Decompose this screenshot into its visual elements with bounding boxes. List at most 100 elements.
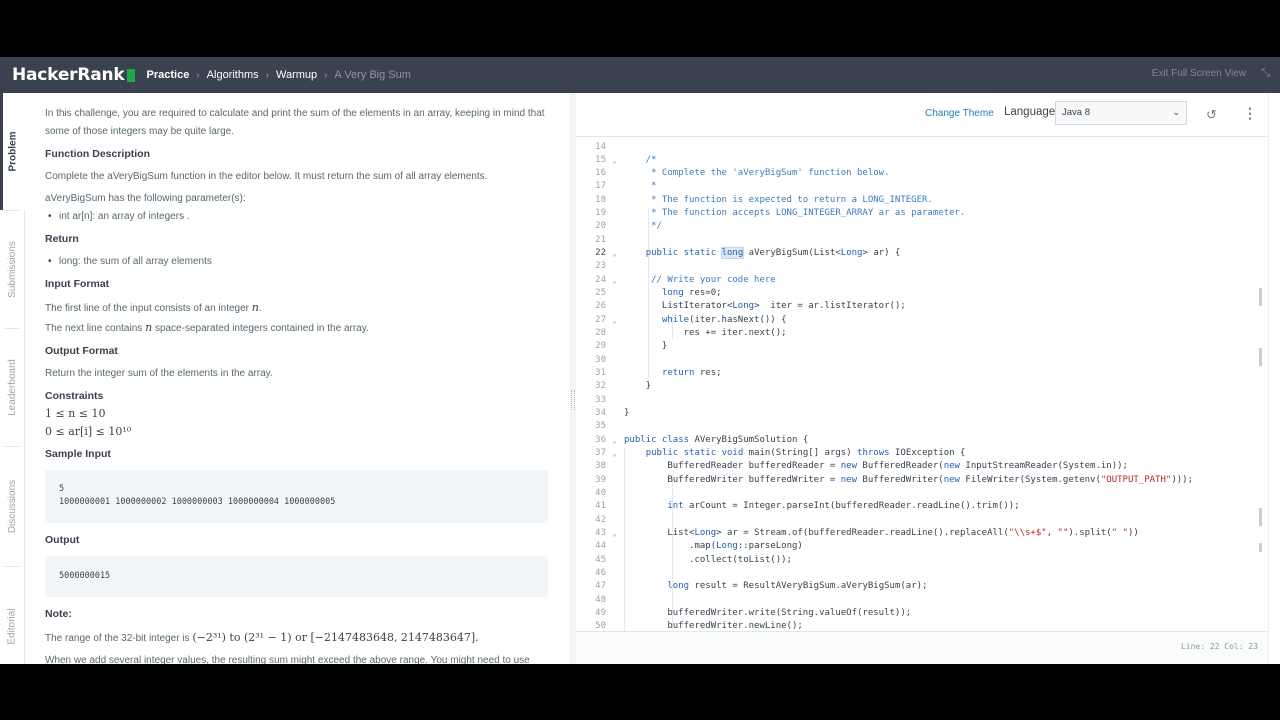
code-line: 42 [595,515,606,525]
code-line: 43 ⌄ List<Long> ar = Stream.of(bufferedRe… [576,527,1268,540]
function-description-heading: Function Description [45,148,150,160]
code-line: 15 ⌄ /* [576,154,1268,167]
note-text: The range of the 32-bit integer is (−2³¹… [45,631,479,645]
constraints-heading: Constraints [45,389,104,402]
code-line: 35 [595,421,606,431]
editor-scrollbar[interactable] [1268,93,1280,664]
tab-submissions[interactable]: Submissions [0,210,25,328]
sample-output-line: 5000000015 [59,570,111,581]
editor-toolbar: Change Theme Language Java 8 ⌄ ↺ ⋮ [576,93,1268,137]
code-line: 31 return res; [595,368,722,378]
code-line: 39 BufferedWriter bufferedWriter = new B… [595,475,1194,485]
scroll-marker [1259,348,1262,366]
exit-fullscreen-icon[interactable]: ⤡ [1261,67,1270,80]
language-label: Language [1004,106,1056,118]
code-line: 34} [595,408,630,418]
code-line: 48 [595,595,606,605]
code-line: 16 * Complete the 'aVeryBigSum' function… [595,168,890,178]
code-line: 50 bufferedWriter.newLine(); [595,621,803,631]
return-heading: Return [45,232,79,245]
top-navbar: HackerRank Practice › Algorithms › Warmu… [0,57,1280,93]
math-var: n [251,300,259,314]
code-line: 40 [595,488,606,498]
code-line: 29 } [595,341,668,351]
exit-fullscreen-link[interactable]: Exit Full Screen View [1152,68,1246,79]
code-area[interactable]: ... 14 15⌄ /* 16 * Complete the 'aVeryBi… [576,138,1268,631]
fold-icon[interactable]: ⌄ [612,527,617,540]
more-options-icon[interactable]: ⋮ [1243,105,1257,122]
fold-icon[interactable]: ⌄ [612,274,617,287]
code-line: 32 } [595,381,652,391]
chevron-right-icon: › [265,69,269,81]
app-frame: HackerRank Practice › Algorithms › Warmu… [0,57,1280,664]
code-line: 20 */ [595,221,662,231]
input-format-line1: The first line of the input consists of … [45,300,262,314]
code-line: 21 [595,235,606,245]
code-line: 49 bufferedWriter.write(String.valueOf(r… [595,608,912,618]
code-line: 44 .map(Long::parseLong) [595,541,803,551]
sample-output-block: 5000000015 [45,555,548,598]
breadcrumb-warmup[interactable]: Warmup [276,69,317,81]
note-math: (−2³¹) to (2³¹ − 1) or [−2147483648, 214… [192,631,479,645]
code-line: 45 .collect(toList()); [595,555,792,565]
tab-discussions[interactable]: Discussions [0,446,25,566]
code-editor-panel: Change Theme Language Java 8 ⌄ ↺ ⋮ ... 1… [576,93,1280,664]
code-line: 41 int arCount = Integer.parseInt(buffer… [595,501,1020,511]
tab-editorial[interactable]: Editorial [0,566,25,664]
splitter-handle-icon[interactable] [571,390,575,410]
breadcrumb-practice[interactable]: Practice [147,69,190,81]
fold-icon[interactable]: ⌄ [612,434,617,447]
scroll-marker [1259,508,1262,526]
code-line: 23 [595,261,606,271]
tab-leaderboard[interactable]: Leaderboard [0,328,25,446]
note-text-2: When we add several integer values, the … [45,655,530,664]
logo-mark-icon [126,68,135,82]
code-line: 33 [595,395,606,405]
change-theme-button[interactable]: Change Theme [925,108,994,119]
sample-input-block: 5 1000000001 1000000002 1000000003 10000… [45,469,548,523]
breadcrumb-algorithms[interactable]: Algorithms [207,69,259,81]
problem-statement: In this challenge, you are required to c… [25,93,570,664]
chevron-right-icon: › [196,69,200,81]
output-format-text: Return the integer sum of the elements i… [45,367,273,379]
math-var: n [145,320,153,334]
output-format-heading: Output Format [45,344,118,357]
code-line: 38 BufferedReader bufferedReader = new B… [595,461,1128,471]
output-heading: Output [45,533,80,546]
code-line: 30 [595,355,606,365]
tab-problem[interactable]: Problem [0,93,25,210]
fold-icon[interactable]: ⌄ [612,314,617,327]
code-line: 24 ⌄ // Write your code here [576,274,1268,287]
code-line: 17 * [595,181,657,191]
code-line: 47 long result = ResultAVeryBigSum.aVery… [595,581,928,591]
parameters-text: aVeryBigSum has the following parameter(… [45,192,246,204]
input-format-line2: The next line contains n space-separated… [45,320,369,334]
breadcrumb-current: A Very Big Sum [334,69,411,81]
code-line: 36 ⌄ public class AVeryBigSumSolution { [576,434,1268,447]
fold-icon[interactable]: ⌄ [612,247,617,260]
code-line: 46 [595,568,606,578]
code-line: 19 * The function accepts LONG_INTEGER_A… [595,208,966,218]
code-line: 26 ListIterator<Long> iter = ar.listIter… [595,301,906,311]
sample-input-heading: Sample Input [45,447,111,460]
list-item: int ar[n]: an array of integers . [45,208,570,226]
code-line-current: 22 ⌄ public static long aVeryBigSum(List<… [576,247,1268,260]
cursor-position: Line: 22 Col: 23 [1180,642,1258,651]
problem-intro: In this challenge, you are required to c… [45,108,545,137]
sample-input-line-1: 5 [59,483,65,494]
list-item: long: the sum of all array elements [45,253,570,271]
language-value: Java 8 [1062,107,1090,118]
history-icon[interactable]: ↺ [1206,107,1222,123]
chevron-down-icon: ⌄ [1172,107,1180,117]
code-line: 25 long res=0; [595,288,722,298]
constraint-2: 0 ≤ ar[i] ≤ 10¹⁰ [45,425,132,439]
chevron-right-icon: › [324,69,328,81]
return-list: long: the sum of all array elements [45,253,570,271]
fold-icon[interactable]: ⌄ [612,154,617,167]
fold-icon[interactable]: ⌄ [612,447,617,460]
code-line: 37 ⌄ public static void main(String[] arg… [576,447,1268,460]
function-description-text: Complete the aVeryBigSum function in the… [45,170,488,182]
sample-input-line-2: 1000000001 1000000002 1000000003 1000000… [59,497,336,508]
language-select[interactable]: Java 8 ⌄ [1055,101,1187,125]
hackerrank-logo[interactable]: HackerRank [12,65,135,85]
